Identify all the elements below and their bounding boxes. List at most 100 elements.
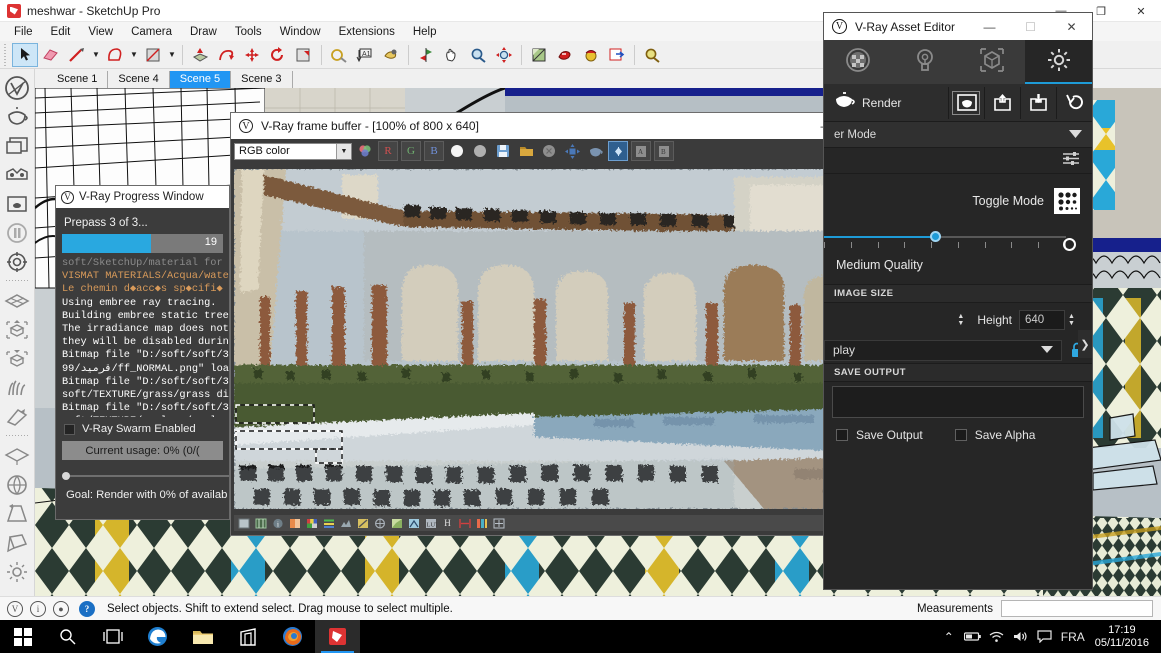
display-select[interactable]: play (824, 340, 1062, 361)
vray-rectangle-light-icon[interactable] (2, 441, 32, 470)
menu-help[interactable]: Help (404, 24, 446, 40)
swarm-checkbox[interactable] (64, 424, 75, 435)
followme-icon[interactable] (213, 43, 239, 67)
rectangle-icon[interactable] (140, 43, 166, 67)
offset-icon[interactable] (291, 43, 317, 67)
vray-logo-icon[interactable] (2, 73, 32, 102)
pan-hand-icon[interactable] (439, 43, 465, 67)
paint-bucket-icon[interactable] (378, 43, 404, 67)
firefox-icon[interactable] (270, 620, 315, 653)
vray-render-3d-icon[interactable] (2, 160, 32, 189)
vray-dome-light-icon[interactable] (2, 557, 32, 586)
chevron-down-icon[interactable] (1069, 126, 1082, 144)
quality-preset-marker[interactable] (1063, 238, 1076, 251)
help-icon[interactable]: ? (79, 601, 95, 617)
quality-slider[interactable] (824, 228, 1082, 256)
channels-icon[interactable] (491, 516, 506, 530)
shadow-icon[interactable] (526, 43, 552, 67)
green-channel-icon[interactable]: G (401, 141, 421, 161)
dimension-icon[interactable]: A1 (352, 43, 378, 67)
import-asset-icon[interactable] (1020, 87, 1056, 119)
tape-measure-icon[interactable] (326, 43, 352, 67)
color-balance-icon[interactable] (338, 516, 353, 530)
slider-knob[interactable] (930, 231, 941, 242)
width-stepper[interactable]: ▲▼ (954, 310, 967, 330)
compare-a-icon[interactable]: A (631, 141, 651, 161)
vray-frame-buffer-icon[interactable] (2, 131, 32, 160)
pencil-icon[interactable] (64, 43, 90, 67)
arc-dropdown-icon[interactable]: ▼ (128, 43, 140, 67)
position-camera-icon[interactable] (578, 43, 604, 67)
scene-tab-5[interactable]: Scene 5 (170, 71, 231, 88)
clear-image-icon[interactable] (539, 141, 559, 161)
export-asset-icon[interactable] (984, 87, 1020, 119)
arc-icon[interactable] (102, 43, 128, 67)
menu-view[interactable]: View (79, 24, 122, 40)
height-stepper[interactable]: ▲▼ (1065, 310, 1078, 330)
menu-edit[interactable]: Edit (42, 24, 80, 40)
color-channels-icon[interactable] (355, 141, 375, 161)
pan-region-icon[interactable] (562, 141, 582, 161)
zoom-icon[interactable] (465, 43, 491, 67)
menu-window[interactable]: Window (271, 24, 330, 40)
move-icon[interactable] (239, 43, 265, 67)
load-image-icon[interactable] (516, 141, 536, 161)
vray-render-teapot-icon[interactable] (2, 102, 32, 131)
level-icon[interactable] (355, 516, 370, 530)
store-icon[interactable] (225, 620, 270, 653)
height-input[interactable]: 640 (1019, 310, 1065, 330)
vray-render-interactive-icon[interactable] (2, 189, 32, 218)
slider-knob[interactable] (62, 472, 70, 480)
maximize-button[interactable]: ☐ (1010, 13, 1051, 40)
vray-spot-light-icon[interactable] (2, 499, 32, 528)
chevron-down-icon[interactable]: ▼ (336, 144, 351, 159)
vray-proxy-import-icon[interactable] (2, 315, 32, 344)
display-icon[interactable]: H (440, 516, 455, 530)
chevron-down-icon[interactable] (1041, 343, 1053, 357)
reset-settings-icon[interactable] (1056, 87, 1092, 119)
sliders-icon[interactable] (1062, 151, 1080, 171)
compare-b-icon[interactable]: B (654, 141, 674, 161)
clock[interactable]: 17:19 05/11/2016 (1089, 624, 1161, 650)
vray-fur-icon[interactable] (2, 373, 32, 402)
menu-extensions[interactable]: Extensions (330, 24, 404, 40)
action-center-icon[interactable] (1033, 620, 1057, 653)
pixel-info-icon[interactable]: i (270, 516, 285, 530)
toolbar-grip[interactable] (3, 44, 9, 66)
show-hidden-icons-chevron[interactable]: ⌃ (937, 620, 961, 653)
select-arrow-icon[interactable] (12, 43, 38, 67)
renderer-mode-row[interactable]: er Mode (824, 122, 1092, 148)
rectangle-dropdown-icon[interactable]: ▼ (166, 43, 178, 67)
exposure-icon[interactable] (287, 516, 302, 530)
tab-settings[interactable] (1025, 40, 1092, 84)
image-size-section-header[interactable]: IMAGE SIZE (824, 284, 1092, 303)
minimize-button[interactable]: — (969, 13, 1010, 40)
save-alpha-checkbox[interactable] (955, 429, 967, 441)
hue-saturation-icon[interactable] (321, 516, 336, 530)
monochrome-icon[interactable] (470, 141, 490, 161)
menu-tools[interactable]: Tools (226, 24, 271, 40)
task-view-icon[interactable] (90, 620, 135, 653)
edge-icon[interactable] (135, 620, 180, 653)
scene-tab-1[interactable]: Scene 1 (47, 71, 108, 88)
menu-camera[interactable]: Camera (122, 24, 181, 40)
show-srgb-icon[interactable] (236, 516, 251, 530)
swarm-goal-slider[interactable] (56, 469, 229, 483)
lens-effects-icon[interactable]: LUT (423, 516, 438, 530)
vray-clipper-icon[interactable] (2, 402, 32, 431)
curve-icon[interactable] (372, 516, 387, 530)
show-color-corrections-icon[interactable] (253, 516, 268, 530)
wifi-icon[interactable] (985, 620, 1009, 653)
volume-icon[interactable] (1009, 620, 1033, 653)
more-tools-icon[interactable] (639, 43, 665, 67)
vray-proxy-export-icon[interactable] (2, 344, 32, 373)
rendered-image[interactable] (234, 169, 918, 509)
vray-pause-icon[interactable] (2, 218, 32, 247)
histogram-icon[interactable] (457, 516, 472, 530)
render-last-icon[interactable] (585, 141, 605, 161)
vray-ies-light-icon[interactable] (2, 528, 32, 557)
save-output-checkbox[interactable] (836, 429, 848, 441)
menu-file[interactable]: File (5, 24, 42, 40)
start-button[interactable] (0, 620, 45, 653)
section-plane-icon[interactable] (413, 43, 439, 67)
